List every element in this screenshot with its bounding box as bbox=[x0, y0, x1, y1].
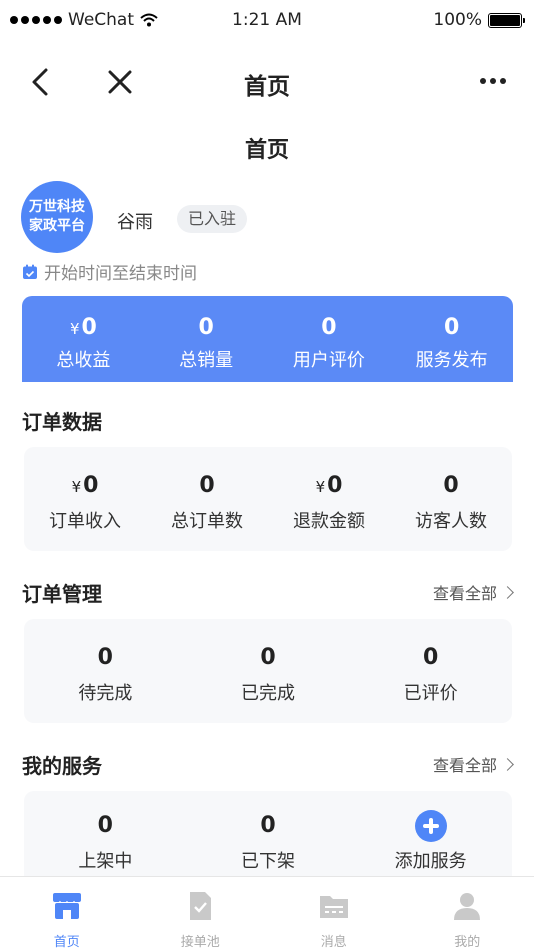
stat-label: 访客人数 bbox=[390, 507, 512, 533]
order-refund-amount[interactable]: ¥0 退款金额 bbox=[268, 447, 390, 551]
summary-total-sales[interactable]: 0 总销量 bbox=[145, 296, 268, 382]
currency-symbol: ¥ bbox=[72, 478, 82, 496]
nav-title: 首页 bbox=[0, 67, 534, 101]
my-services-title: 我的服务 bbox=[22, 750, 102, 779]
tab-bar: 首页 接单池 消息 我的 bbox=[0, 876, 534, 951]
stat-label: 总销量 bbox=[145, 346, 268, 372]
calendar-icon bbox=[22, 264, 38, 280]
tab-label: 我的 bbox=[401, 931, 534, 950]
page-title: 首页 bbox=[0, 132, 534, 164]
stat-label: 总订单数 bbox=[146, 507, 268, 533]
order-view-all-link[interactable]: 查看全部 bbox=[433, 580, 512, 604]
tab-label: 消息 bbox=[267, 931, 401, 950]
stat-label: 服务发布 bbox=[390, 346, 513, 372]
status-badge: 已入驻 bbox=[177, 205, 247, 233]
order-data-title: 订单数据 bbox=[22, 406, 102, 435]
tab-mine[interactable]: 我的 bbox=[401, 877, 534, 951]
status-battery: 100% bbox=[433, 10, 522, 30]
services-view-all-link[interactable]: 查看全部 bbox=[433, 752, 512, 776]
more-icon[interactable] bbox=[480, 78, 506, 84]
logo-line-2: 家政平台 bbox=[29, 217, 85, 236]
stat-label: 待完成 bbox=[24, 679, 187, 705]
view-all-label: 查看全部 bbox=[433, 580, 497, 604]
store-icon bbox=[50, 889, 84, 923]
stat-label: 订单收入 bbox=[24, 507, 146, 533]
stat-label: 上架中 bbox=[24, 847, 187, 873]
view-all-label: 查看全部 bbox=[433, 752, 497, 776]
summary-services-published[interactable]: 0 服务发布 bbox=[390, 296, 513, 382]
order-pool-icon bbox=[183, 889, 217, 923]
platform-logo: 万世科技 家政平台 bbox=[21, 181, 93, 253]
order-data-panel: ¥0 订单收入 0 总订单数 ¥0 退款金额 0 访客人数 bbox=[24, 447, 512, 551]
stat-value: 0 bbox=[444, 315, 459, 340]
user-name: 谷雨 bbox=[117, 208, 153, 234]
currency-symbol: ¥ bbox=[316, 478, 326, 496]
order-total-count[interactable]: 0 总订单数 bbox=[146, 447, 268, 551]
stat-value: 0 bbox=[199, 473, 214, 498]
chevron-right-icon bbox=[501, 758, 514, 771]
summary-total-revenue[interactable]: ¥0 总收益 bbox=[22, 296, 145, 382]
my-services-panel: 0 上架中 0 已下架 添加服务 bbox=[24, 791, 512, 876]
stat-value: 0 bbox=[321, 315, 336, 340]
summary-user-reviews[interactable]: 0 用户评价 bbox=[268, 296, 391, 382]
services-listed[interactable]: 0 上架中 bbox=[24, 791, 187, 876]
stat-value: 0 bbox=[423, 645, 438, 670]
battery-percent: 100% bbox=[433, 10, 482, 30]
chevron-right-icon bbox=[501, 586, 514, 599]
order-pending[interactable]: 0 待完成 bbox=[24, 619, 187, 723]
order-management-title: 订单管理 bbox=[22, 578, 102, 607]
user-icon bbox=[450, 889, 484, 923]
date-range-picker[interactable]: 开始时间至结束时间 bbox=[22, 259, 197, 284]
add-service-button[interactable]: 添加服务 bbox=[349, 791, 512, 876]
order-completed[interactable]: 0 已完成 bbox=[187, 619, 350, 723]
stat-value: 0 bbox=[260, 645, 275, 670]
stat-label: 用户评价 bbox=[268, 346, 391, 372]
navigation-bar: 首页 bbox=[0, 42, 534, 122]
tab-order-pool[interactable]: 接单池 bbox=[134, 877, 268, 951]
stat-value: 0 bbox=[198, 315, 213, 340]
plus-icon bbox=[415, 810, 447, 842]
stat-value: 0 bbox=[98, 645, 113, 670]
stat-value: 0 bbox=[83, 473, 98, 498]
tab-label: 首页 bbox=[0, 931, 134, 950]
order-income[interactable]: ¥0 订单收入 bbox=[24, 447, 146, 551]
order-management-panel: 0 待完成 0 已完成 0 已评价 bbox=[24, 619, 512, 723]
currency-symbol: ¥ bbox=[70, 320, 80, 338]
date-range-label: 开始时间至结束时间 bbox=[44, 259, 197, 284]
stat-value: 0 bbox=[327, 473, 342, 498]
stat-label: 已下架 bbox=[187, 847, 350, 873]
stat-label: 退款金额 bbox=[268, 507, 390, 533]
add-service-label: 添加服务 bbox=[349, 847, 512, 873]
stat-value: 0 bbox=[260, 813, 275, 838]
order-visitor-count[interactable]: 0 访客人数 bbox=[390, 447, 512, 551]
order-reviewed[interactable]: 0 已评价 bbox=[349, 619, 512, 723]
stat-label: 已评价 bbox=[349, 679, 512, 705]
logo-line-1: 万世科技 bbox=[29, 198, 85, 217]
stat-label: 已完成 bbox=[187, 679, 350, 705]
stat-value: 0 bbox=[81, 315, 96, 340]
services-delisted[interactable]: 0 已下架 bbox=[187, 791, 350, 876]
tab-home[interactable]: 首页 bbox=[0, 877, 134, 951]
message-icon bbox=[317, 889, 351, 923]
battery-icon bbox=[488, 13, 522, 28]
summary-card: ¥0 总收益 0 总销量 0 用户评价 0 服务发布 bbox=[22, 296, 513, 382]
stat-value: 0 bbox=[443, 473, 458, 498]
tab-label: 接单池 bbox=[134, 931, 268, 950]
tab-messages[interactable]: 消息 bbox=[267, 877, 401, 951]
status-bar: WeChat 1:21 AM 100% bbox=[0, 0, 534, 42]
stat-label: 总收益 bbox=[22, 346, 145, 372]
stat-value: 0 bbox=[98, 813, 113, 838]
